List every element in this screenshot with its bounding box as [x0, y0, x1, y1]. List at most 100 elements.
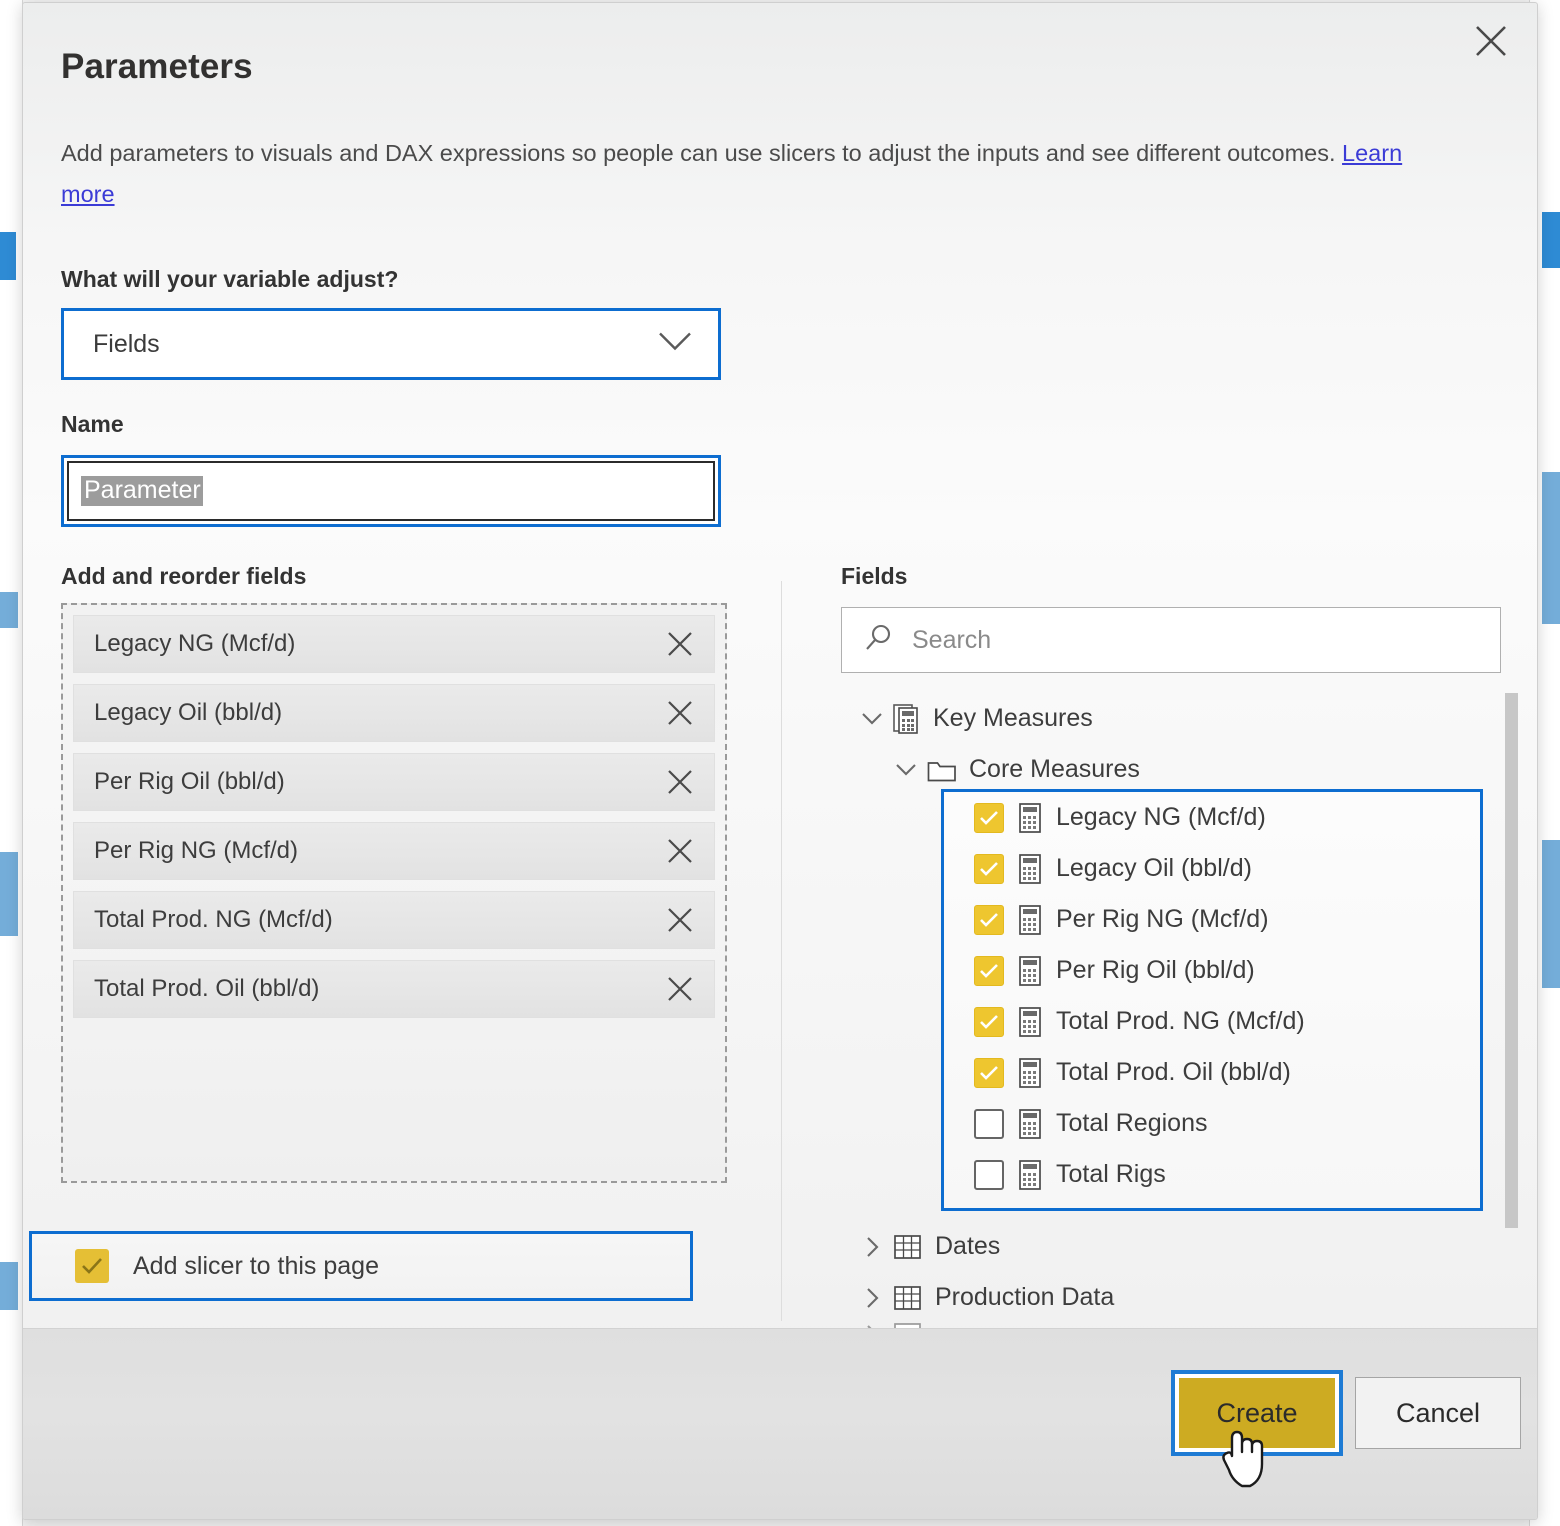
- add-slicer-checkbox-row[interactable]: Add slicer to this page: [35, 1237, 687, 1295]
- checkbox-checked[interactable]: [75, 1249, 109, 1283]
- reorder-item[interactable]: Total Prod. NG (Mcf/d): [73, 891, 715, 949]
- checkbox-checked[interactable]: [974, 1057, 1004, 1088]
- chevron-expanded-icon[interactable]: [859, 710, 885, 728]
- measure-label: Per Rig NG (Mcf/d): [1056, 905, 1269, 933]
- dialog-description-text: Add parameters to visuals and DAX expres…: [61, 140, 1343, 166]
- measure-row[interactable]: Total Rigs: [944, 1149, 1480, 1200]
- chevron-expanded-icon[interactable]: [893, 761, 919, 779]
- scrollbar-thumb[interactable]: [1505, 693, 1518, 1228]
- fields-panel-label: Fields: [841, 563, 908, 589]
- add-slicer-focus-ring: Add slicer to this page: [29, 1231, 693, 1301]
- checkbox-checked[interactable]: [974, 1006, 1004, 1037]
- reorder-item[interactable]: Legacy NG (Mcf/d): [73, 615, 715, 673]
- tree-node-key-measures[interactable]: Key Measures: [841, 693, 1521, 744]
- reorder-item[interactable]: Per Rig NG (Mcf/d): [73, 822, 715, 880]
- close-button[interactable]: [1467, 17, 1515, 65]
- measure-row[interactable]: Legacy Oil (bbl/d): [944, 843, 1480, 894]
- close-icon: [668, 632, 692, 656]
- measure-label: Total Regions: [1056, 1109, 1208, 1137]
- tree-node-dates[interactable]: Dates: [859, 1221, 1114, 1272]
- checkbox-unchecked[interactable]: [974, 1159, 1004, 1190]
- fields-tree-scrollbar[interactable]: [1505, 693, 1518, 1293]
- add-and-reorder-fields-label: Add and reorder fields: [61, 563, 307, 589]
- reorder-item[interactable]: Total Prod. Oil (bbl/d): [73, 960, 715, 1018]
- checkmark-icon: [980, 1014, 998, 1029]
- measure-label: Total Prod. Oil (bbl/d): [1056, 1058, 1291, 1086]
- reorder-item-label: Legacy NG (Mcf/d): [94, 630, 296, 657]
- close-icon: [668, 908, 692, 932]
- background-accent-7: [1542, 840, 1560, 988]
- checkbox-checked[interactable]: [974, 802, 1004, 833]
- measure-row[interactable]: Legacy NG (Mcf/d): [944, 792, 1480, 843]
- variable-type-dropdown[interactable]: Fields: [67, 314, 715, 374]
- reorder-item[interactable]: Per Rig Oil (bbl/d): [73, 753, 715, 811]
- checkmark-icon: [980, 810, 998, 825]
- variable-adjust-label: What will your variable adjust?: [61, 266, 399, 292]
- measure-icon: [1018, 955, 1042, 986]
- tree-node-production-data[interactable]: Production Data: [859, 1272, 1114, 1323]
- close-icon: [668, 701, 692, 725]
- chevron-collapsed-icon[interactable]: [859, 1286, 885, 1310]
- remove-field-button[interactable]: [660, 900, 700, 940]
- measure-row[interactable]: Per Rig NG (Mcf/d): [944, 894, 1480, 945]
- create-button-focus-ring: Create: [1171, 1370, 1343, 1456]
- measure-label: Legacy Oil (bbl/d): [1056, 854, 1252, 882]
- measure-row[interactable]: Per Rig Oil (bbl/d): [944, 945, 1480, 996]
- reorder-item[interactable]: Legacy Oil (bbl/d): [73, 684, 715, 742]
- remove-field-button[interactable]: [660, 624, 700, 664]
- dialog-footer: Create Cancel: [23, 1328, 1537, 1519]
- checkbox-checked[interactable]: [974, 853, 1004, 884]
- dialog-description: Add parameters to visuals and DAX expres…: [61, 133, 1411, 215]
- cancel-button[interactable]: Cancel: [1355, 1377, 1521, 1449]
- name-input[interactable]: Parameter: [67, 461, 715, 521]
- measure-icon: [1018, 1108, 1042, 1139]
- search-placeholder: Search: [912, 625, 992, 654]
- tree-node-label: Production Data: [935, 1283, 1115, 1311]
- remove-field-button[interactable]: [660, 762, 700, 802]
- tree-node-label: Core Measures: [969, 755, 1140, 783]
- measure-label: Total Prod. NG (Mcf/d): [1056, 1007, 1305, 1035]
- search-input[interactable]: Search: [841, 607, 1501, 673]
- add-and-reorder-fields-dropzone[interactable]: Legacy NG (Mcf/d) Legacy Oil (bbl/d) Per…: [61, 603, 727, 1183]
- close-icon: [1476, 26, 1506, 56]
- chevron-down-icon: [658, 331, 692, 358]
- name-label: Name: [61, 411, 124, 437]
- checkmark-icon: [980, 1065, 998, 1080]
- measure-icon: [1018, 1057, 1042, 1088]
- remove-field-button[interactable]: [660, 969, 700, 1009]
- checkbox-checked[interactable]: [974, 904, 1004, 935]
- name-input-focus-ring: Parameter: [61, 455, 721, 527]
- background-accent-5: [1542, 212, 1560, 268]
- measure-icon: [1018, 853, 1042, 884]
- tree-node-core-measures[interactable]: Core Measures: [841, 744, 1521, 795]
- measure-row[interactable]: Total Prod. Oil (bbl/d): [944, 1047, 1480, 1098]
- checkmark-icon: [980, 861, 998, 876]
- background-accent-4: [0, 1262, 18, 1310]
- reorder-item-label: Total Prod. NG (Mcf/d): [94, 906, 333, 933]
- panel-divider: [781, 581, 782, 1321]
- chevron-collapsed-icon[interactable]: [859, 1235, 885, 1259]
- background-accent-3: [0, 852, 18, 936]
- measure-row[interactable]: Total Regions: [944, 1098, 1480, 1149]
- remove-field-button[interactable]: [660, 831, 700, 871]
- background-accent-1: [0, 232, 16, 280]
- measures-selection-group: Legacy NG (Mcf/d) Legacy Oil (bbl/d) Per…: [941, 789, 1483, 1211]
- measure-label: Total Rigs: [1056, 1160, 1166, 1188]
- create-button[interactable]: Create: [1179, 1378, 1335, 1448]
- measure-row[interactable]: Total Prod. NG (Mcf/d): [944, 996, 1480, 1047]
- remove-field-button[interactable]: [660, 693, 700, 733]
- reorder-item-label: Per Rig Oil (bbl/d): [94, 768, 285, 795]
- background-accent-6: [1542, 472, 1560, 624]
- close-icon: [668, 977, 692, 1001]
- search-icon: [864, 623, 894, 658]
- reorder-item-label: Total Prod. Oil (bbl/d): [94, 975, 320, 1002]
- fields-tree: Key Measures Core Measures Legacy NG (Mc…: [841, 693, 1521, 1347]
- create-button-label: Create: [1216, 1397, 1298, 1428]
- measure-icon: [1018, 1159, 1042, 1190]
- tree-node-label: Dates: [935, 1232, 1001, 1260]
- measure-table-icon: [893, 703, 921, 734]
- checkbox-checked[interactable]: [974, 955, 1004, 986]
- measure-label: Legacy NG (Mcf/d): [1056, 803, 1266, 831]
- checkbox-unchecked[interactable]: [974, 1108, 1004, 1139]
- checkmark-icon: [82, 1258, 102, 1274]
